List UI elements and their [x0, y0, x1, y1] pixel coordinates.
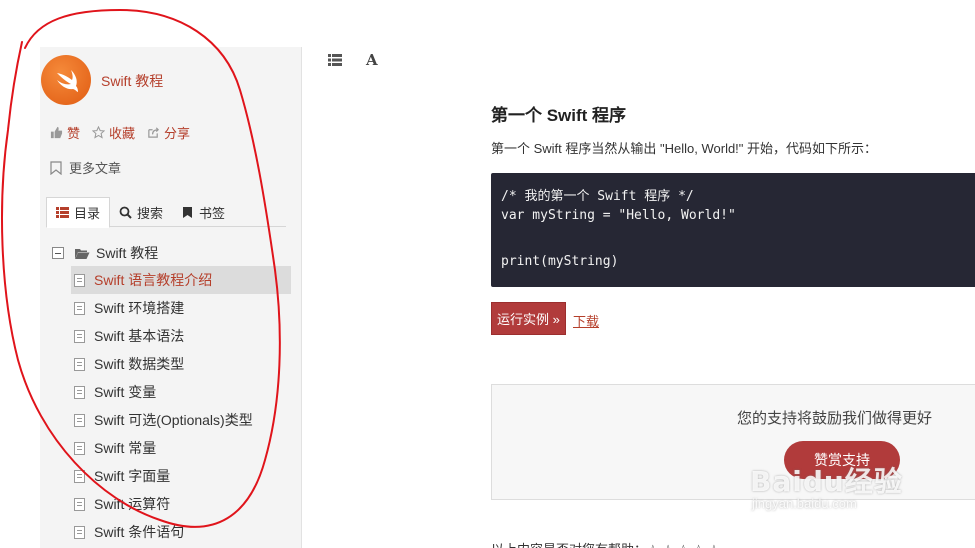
tab-bookmarks[interactable]: 书签: [172, 197, 234, 227]
list-item[interactable]: Swift 变量: [71, 378, 291, 406]
list-icon: [56, 207, 69, 218]
more-articles-label: 更多文章: [69, 161, 122, 176]
thumbs-up-icon: [50, 126, 63, 139]
list-item[interactable]: Swift 字面量: [71, 462, 291, 490]
sidebar: Swift 教程 赞 收藏 分享 更多文章 目录 搜索 书签 Swift 教程 …: [40, 47, 302, 548]
sidebar-tabs: 目录 搜索 书签: [46, 197, 286, 228]
more-articles-link[interactable]: 更多文章: [50, 158, 121, 177]
tab-catalog-label: 目录: [74, 206, 101, 221]
code-line: var myString = "Hello, World!": [501, 208, 736, 223]
intro-paragraph: 第一个 Swift 程序当然从输出 "Hello, World!" 开始，代码如…: [491, 141, 878, 156]
list-item[interactable]: Swift 常量: [71, 434, 291, 462]
tab-search-label: 搜索: [137, 205, 164, 221]
code-block: /* 我的第一个 Swift 程序 */ var myString = "Hel…: [491, 173, 975, 287]
collect-button[interactable]: 收藏: [92, 123, 135, 142]
list-item[interactable]: Swift 运算符: [71, 490, 291, 518]
run-example-button[interactable]: 运行实例 »: [491, 302, 566, 335]
toggle-sidebar-icon[interactable]: [328, 54, 342, 66]
section-heading: 第一个 Swift 程序: [491, 106, 627, 125]
list-item-label: Swift 语言教程介绍: [94, 272, 213, 288]
document-icon: [74, 385, 85, 399]
collect-label: 收藏: [109, 126, 136, 141]
chapter-list: Swift 语言教程介绍 Swift 环境搭建 Swift 基本语法 Swift…: [71, 266, 291, 546]
rating-prompt[interactable]: 以上内容是否对您有帮助：☆ ☆ ☆ ☆ ☆: [491, 539, 720, 548]
download-link[interactable]: 下载: [573, 311, 599, 330]
list-item[interactable]: Swift 环境搭建: [71, 294, 291, 322]
document-icon: [74, 469, 85, 483]
code-line: /* 我的第一个 Swift 程序 */: [501, 189, 694, 204]
tab-bookmarks-label: 书签: [199, 205, 226, 221]
bookmark-icon: [183, 206, 193, 218]
share-label: 分享: [164, 126, 191, 141]
list-item[interactable]: Swift 可选(Optionals)类型: [71, 406, 291, 434]
list-item[interactable]: Swift 基本语法: [71, 322, 291, 350]
tree-root-label: Swift 教程: [96, 245, 159, 261]
document-icon: [74, 301, 85, 315]
support-text: 您的支持将鼓励我们做得更好: [737, 410, 933, 427]
tab-catalog[interactable]: 目录: [46, 197, 111, 228]
star-icon: [92, 126, 106, 139]
list-item-label: Swift 环境搭建: [94, 300, 185, 316]
share-icon: [148, 127, 160, 138]
search-icon: [119, 206, 132, 219]
list-item-label: Swift 运算符: [94, 496, 171, 512]
list-item-label: Swift 条件语句: [94, 524, 185, 540]
tab-search[interactable]: 搜索: [110, 197, 172, 227]
document-icon: [74, 441, 85, 455]
like-label: 赞: [67, 126, 81, 141]
list-item-label: Swift 基本语法: [94, 328, 185, 344]
site-title[interactable]: Swift 教程: [101, 71, 163, 91]
swift-logo-icon[interactable]: [41, 55, 91, 105]
code-line: print(myString): [501, 254, 619, 269]
document-icon: [74, 497, 85, 511]
list-item-label: Swift 可选(Optionals)类型: [94, 412, 253, 428]
list-item-label: Swift 数据类型: [94, 356, 185, 372]
watermark-logo: Baidu经验: [750, 465, 903, 498]
folder-open-icon: [75, 248, 90, 259]
document-icon: [74, 413, 85, 427]
list-item-label: Swift 常量: [94, 440, 157, 456]
document-icon: [74, 525, 85, 539]
list-item-label: Swift 字面量: [94, 468, 171, 484]
like-button[interactable]: 赞: [50, 123, 80, 142]
watermark: Baidu经验 jingyan.baidu.com: [750, 460, 903, 511]
action-bar: 赞 收藏 分享: [50, 123, 190, 142]
share-button[interactable]: 分享: [147, 123, 190, 142]
list-item[interactable]: Swift 数据类型: [71, 350, 291, 378]
list-item[interactable]: Swift 条件语句: [71, 518, 291, 546]
bookmark-outline-icon: [50, 160, 62, 175]
list-item[interactable]: Swift 语言教程介绍: [71, 266, 291, 294]
tree-root[interactable]: Swift 教程: [52, 243, 158, 263]
document-icon: [74, 357, 85, 371]
font-size-icon[interactable]: A: [366, 51, 378, 69]
collapse-icon[interactable]: [52, 247, 64, 259]
document-icon: [74, 273, 85, 287]
document-icon: [74, 329, 85, 343]
list-item-label: Swift 变量: [94, 384, 157, 400]
